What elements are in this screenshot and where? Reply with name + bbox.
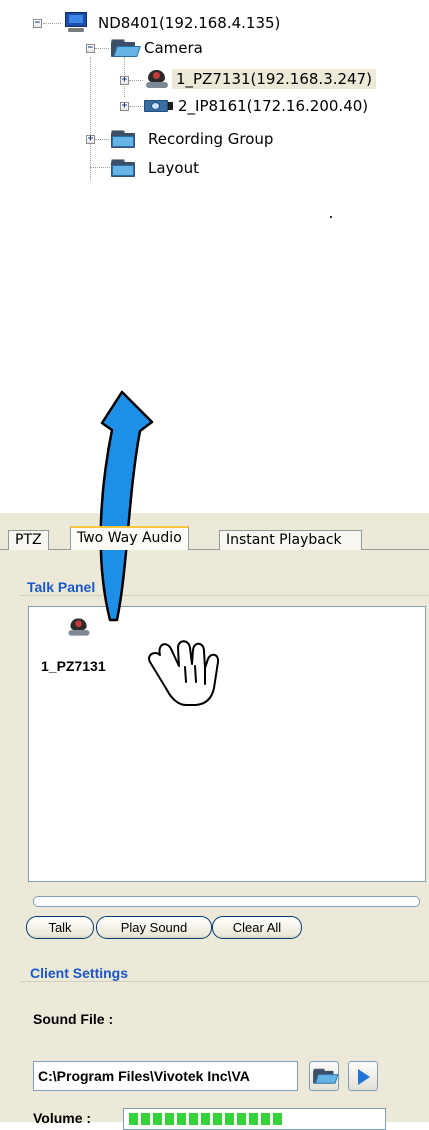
tree-connector	[90, 167, 110, 168]
tree-node-label: Camera	[144, 39, 203, 57]
tab-instant-playback[interactable]: Instant Playback	[219, 530, 362, 550]
tree-connector	[129, 80, 143, 81]
tab-bar: PTZ Two Way Audio Instant Playback	[0, 513, 429, 550]
group-border	[20, 981, 429, 982]
client-settings-title: Client Settings	[30, 965, 133, 981]
tree-node-camera-folder[interactable]: Camera	[110, 36, 207, 60]
device-tree: − − + + + ND8401(192.168.4.135) Camera 1…	[0, 0, 429, 200]
talk-progress-bar	[33, 896, 420, 907]
tree-node-label: ND8401(192.168.4.135)	[98, 14, 281, 32]
browse-button[interactable]	[309, 1061, 339, 1091]
tree-node-label: Layout	[148, 159, 199, 177]
expand-toggle[interactable]: +	[120, 102, 129, 111]
tree-node-label: 2_IP8161(172.16.200.40)	[178, 97, 369, 115]
volume-level-fill	[129, 1113, 285, 1125]
audio-panel: PTZ Two Way Audio Instant Playback Talk …	[0, 513, 429, 1130]
play-icon	[358, 1069, 370, 1085]
folder-icon	[110, 129, 140, 149]
tree-connector	[95, 139, 109, 140]
clear-all-button[interactable]: Clear All	[212, 916, 302, 939]
tree-node-label: Recording Group	[148, 130, 274, 148]
volume-label: Volume :	[33, 1110, 92, 1126]
tree-connector	[95, 48, 109, 49]
tab-two-way-audio[interactable]: Two Way Audio	[70, 526, 189, 550]
ptz-camera-icon	[65, 618, 94, 637]
volume-slider[interactable]	[123, 1108, 386, 1130]
tree-node-nvr[interactable]: ND8401(192.168.4.135)	[64, 11, 284, 35]
tree-node-camera-1[interactable]: 1_PZ7131(192.168.3.247)	[142, 67, 376, 91]
tree-node-recording-group[interactable]: Recording Group	[110, 127, 277, 151]
tree-node-layout[interactable]: Layout	[110, 156, 203, 180]
tab-ptz[interactable]: PTZ	[8, 530, 49, 550]
sound-file-input[interactable]: C:\Program Files\Vivotek Inc\VA	[33, 1061, 298, 1091]
open-folder-icon	[312, 1068, 339, 1085]
folder-open-icon	[110, 38, 141, 58]
stray-dot	[330, 216, 332, 218]
talk-panel-list[interactable]: 1_PZ7131	[28, 606, 426, 882]
folder-icon	[110, 158, 140, 178]
group-border	[20, 595, 429, 596]
expand-toggle[interactable]: +	[120, 76, 129, 85]
talk-item-label: 1_PZ7131	[41, 658, 106, 674]
monitor-icon	[64, 12, 88, 34]
tree-node-camera-2[interactable]: 2_IP8161(172.16.200.40)	[142, 94, 372, 118]
talk-button[interactable]: Talk	[26, 916, 94, 939]
tree-connector	[129, 106, 143, 107]
collapse-toggle[interactable]: −	[33, 19, 42, 28]
tree-connector	[43, 23, 61, 24]
talk-item[interactable]	[65, 618, 94, 641]
tree-node-label: 1_PZ7131(192.168.3.247)	[172, 69, 376, 89]
play-sound-button[interactable]: Play Sound	[96, 916, 212, 939]
expand-toggle[interactable]: +	[86, 135, 95, 144]
tree-connector	[90, 57, 91, 181]
ptz-camera-icon	[142, 69, 172, 89]
talk-panel-title: Talk Panel	[27, 579, 100, 595]
collapse-toggle[interactable]: −	[86, 44, 95, 53]
sound-file-label: Sound File :	[33, 1011, 114, 1027]
box-camera-icon	[142, 97, 174, 115]
play-sound-file-button[interactable]	[348, 1061, 378, 1091]
